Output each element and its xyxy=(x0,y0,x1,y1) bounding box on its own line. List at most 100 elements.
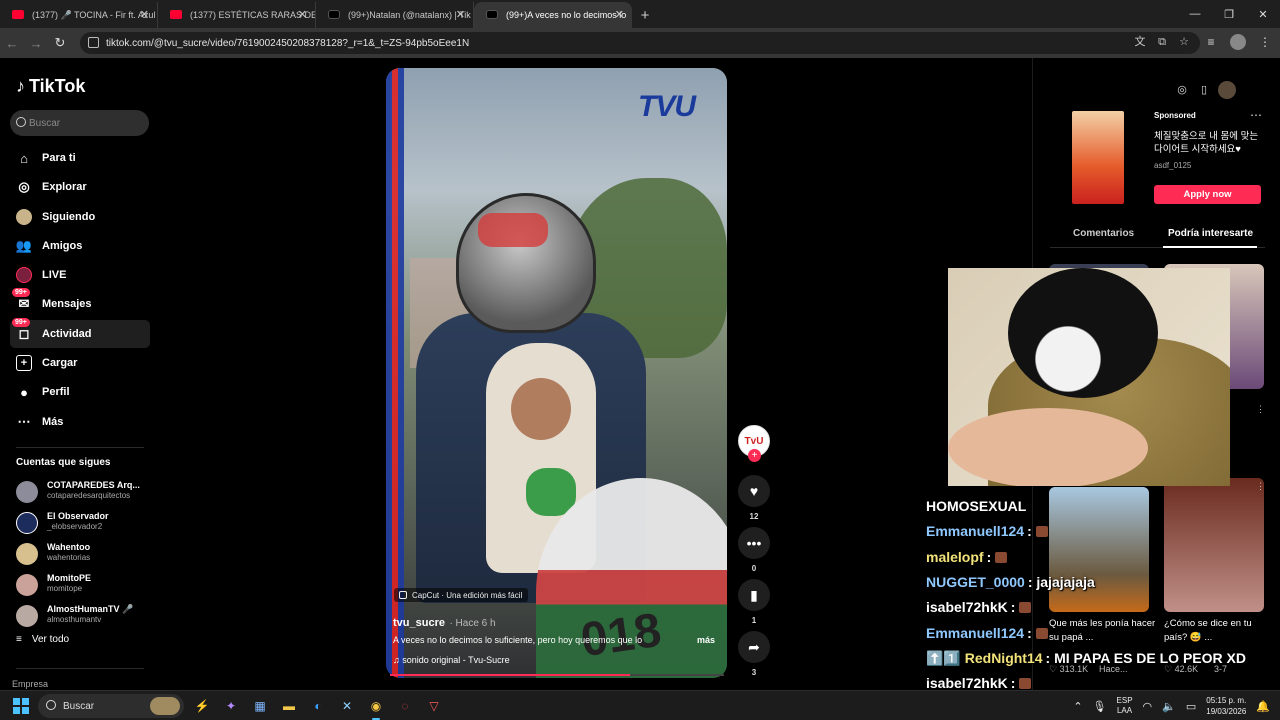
nav-item-amigos[interactable]: 👥 Amigos xyxy=(10,232,150,260)
omnibox-actions: 文 ⧉ ☆ xyxy=(1134,36,1190,49)
video-sound[interactable]: ♫ sonido original - Tvu-Sucre xyxy=(393,655,510,665)
heart-icon[interactable]: ♥ xyxy=(738,475,770,507)
volume-icon[interactable]: 🔈 xyxy=(1162,700,1176,713)
site-info-icon[interactable] xyxy=(88,37,99,48)
tab-comentarios[interactable]: Comentarios xyxy=(1073,228,1134,239)
taskbar-search[interactable]: Buscar xyxy=(38,694,184,718)
close-window-button[interactable]: ✕ xyxy=(1246,0,1280,28)
new-tab-button[interactable]: + xyxy=(632,2,658,28)
card-title[interactable]: ¿Cómo se dice en tu país? 😅 ... xyxy=(1164,617,1272,645)
nav-label: Amigos xyxy=(42,239,83,252)
card-more-icon[interactable]: ⋮ xyxy=(1256,404,1265,415)
nav-item-perfil[interactable]: ● Perfil xyxy=(10,378,150,406)
maximize-button[interactable]: ❐ xyxy=(1212,0,1246,28)
nav-item-siguiendo[interactable]: Siguiendo xyxy=(10,203,150,231)
card-title[interactable]: Que más les ponía hacer su papá ... xyxy=(1049,617,1157,645)
forward-button[interactable]: → xyxy=(24,31,48,55)
following-account[interactable]: COTAPAREDES Arq... cotaparedesarquitecto… xyxy=(16,477,156,505)
edge-icon[interactable]: ◐ xyxy=(308,695,328,717)
install-app-icon[interactable]: ⧉ xyxy=(1156,36,1168,49)
nav-item-para-ti[interactable]: ⌂ Para ti xyxy=(10,144,150,172)
video-player[interactable]: 018 TVU xyxy=(386,68,727,678)
following-account[interactable]: Wahentoo wahentorias xyxy=(16,539,156,567)
following-account[interactable]: AlmostHumanTV 🎤 almosthumantv xyxy=(16,601,156,629)
menu-kebab-icon[interactable]: ⋮ xyxy=(1258,34,1272,50)
search-icon xyxy=(46,700,56,710)
see-all-link[interactable]: ≡ Ver todo xyxy=(16,634,69,645)
browser-tab-active[interactable]: (99+)A veces no lo decimos lo ✕ xyxy=(474,2,632,28)
ad-thumbnail[interactable] xyxy=(1072,111,1124,204)
browser-tab[interactable]: (1377) 🎤 TOCINA - Fir ft. Azul ✕ xyxy=(0,2,158,28)
search-input[interactable]: Buscar xyxy=(10,110,149,136)
nav-item-mas[interactable]: ⋯ Más xyxy=(10,408,150,436)
follow-button[interactable]: + xyxy=(748,449,761,462)
tab-podria-interesarte[interactable]: Podría interesarte xyxy=(1168,228,1253,239)
user-avatar[interactable] xyxy=(1218,81,1236,99)
app-icon[interactable]: ◌ xyxy=(395,695,415,717)
file-explorer-icon[interactable]: ▬ xyxy=(279,695,299,717)
back-button[interactable]: ← xyxy=(0,31,24,55)
wifi-icon[interactable]: ◠ xyxy=(1143,700,1153,713)
nav-label: LIVE xyxy=(42,269,67,282)
capcut-badge[interactable]: CapCut · Una edición más fácil xyxy=(394,588,529,602)
suggested-video-card[interactable] xyxy=(1049,487,1149,612)
following-account[interactable]: El Observador _elobservador2 xyxy=(16,508,156,536)
profile-avatar[interactable] xyxy=(1230,34,1246,50)
nav-item-live[interactable]: LIVE xyxy=(10,261,150,289)
reload-button[interactable]: ↻ xyxy=(48,31,72,55)
nav-item-explorar[interactable]: ◎ Explorar xyxy=(10,173,150,201)
close-icon[interactable]: ✕ xyxy=(615,8,624,21)
following-section-title: Cuentas que sigues xyxy=(16,457,111,468)
ad-more-icon[interactable]: ⋯ xyxy=(1250,108,1262,122)
battery-icon[interactable]: ▭ xyxy=(1186,700,1196,713)
tiktok-icon xyxy=(486,10,498,19)
following-account[interactable]: MomitoPE momitope xyxy=(16,570,156,598)
nav-item-actividad[interactable]: ◻ 99+ Actividad xyxy=(10,317,150,348)
video-progress-bar[interactable] xyxy=(390,674,724,676)
ad-advertiser[interactable]: asdf_0125 xyxy=(1154,161,1191,170)
nav-item-cargar[interactable]: + Cargar xyxy=(10,349,150,377)
chat-emote-icon xyxy=(1035,526,1048,538)
suggested-video-card[interactable] xyxy=(1164,478,1264,612)
mobile-icon[interactable]: ▯ xyxy=(1196,82,1212,98)
comment-icon[interactable]: ••• xyxy=(738,527,770,559)
tiktok-logo[interactable]: ♪ TikTok xyxy=(16,76,85,97)
caption-more-button[interactable]: más xyxy=(697,635,715,645)
compass-icon[interactable]: ◎ xyxy=(1174,82,1190,98)
save-count: 1 xyxy=(751,616,757,625)
app-icon[interactable]: ▽ xyxy=(424,695,444,717)
close-icon[interactable]: ✕ xyxy=(298,8,307,21)
app-icon[interactable]: ⚡ xyxy=(192,695,212,717)
card-more-icon[interactable]: ⋮ xyxy=(1256,481,1265,492)
chevron-up-icon[interactable]: ⌃ xyxy=(1073,700,1082,713)
close-icon[interactable]: ✕ xyxy=(140,8,149,21)
xbox-icon[interactable]: ✕ xyxy=(337,695,357,717)
account-name: MomitoPE xyxy=(47,573,91,583)
following-avatar-icon xyxy=(16,208,32,225)
bookmark-icon[interactable]: ▮ xyxy=(738,579,770,611)
reading-list-icon[interactable]: ≡ xyxy=(1204,34,1218,50)
microphone-icon[interactable]: 🎙 xyxy=(1093,700,1107,713)
footer-section-title[interactable]: Empresa xyxy=(12,679,48,689)
browser-tab[interactable]: (99+)Natalan (@natalanx) | Tik ✕ xyxy=(316,2,474,28)
store-icon[interactable]: ▦ xyxy=(250,695,270,717)
bookmark-star-icon[interactable]: ☆ xyxy=(1178,36,1190,49)
copilot-icon[interactable]: ✦ xyxy=(221,695,241,717)
chrome-icon[interactable]: ◉ xyxy=(366,695,386,720)
translate-icon[interactable]: 文 xyxy=(1134,36,1146,49)
language-indicator[interactable]: ESP LAA xyxy=(1117,696,1133,716)
windows-start-button[interactable] xyxy=(13,698,29,714)
chat-message: malelopf: xyxy=(926,549,1008,565)
browser-tab[interactable]: (1377) ESTÉTICAS RARAS DE IN ✕ xyxy=(158,2,316,28)
nav-item-mensajes[interactable]: ✉ 99+ Mensajes xyxy=(10,288,150,318)
apply-now-button[interactable]: Apply now xyxy=(1154,185,1261,204)
notifications-icon[interactable]: 🔔 xyxy=(1256,700,1270,713)
clock[interactable]: 05:15 p. m. 19/03/2026 xyxy=(1206,695,1246,717)
close-icon[interactable]: ✕ xyxy=(456,8,465,21)
minimize-button[interactable]: — xyxy=(1178,0,1212,28)
share-icon[interactable]: ➦ xyxy=(738,631,770,663)
chat-emote-icon xyxy=(1019,678,1032,690)
video-author[interactable]: tvu_sucre xyxy=(393,617,445,629)
address-bar[interactable]: tiktok.com/@tvu_sucre/video/761900245020… xyxy=(80,32,1200,54)
kitten-head xyxy=(1008,268,1158,398)
